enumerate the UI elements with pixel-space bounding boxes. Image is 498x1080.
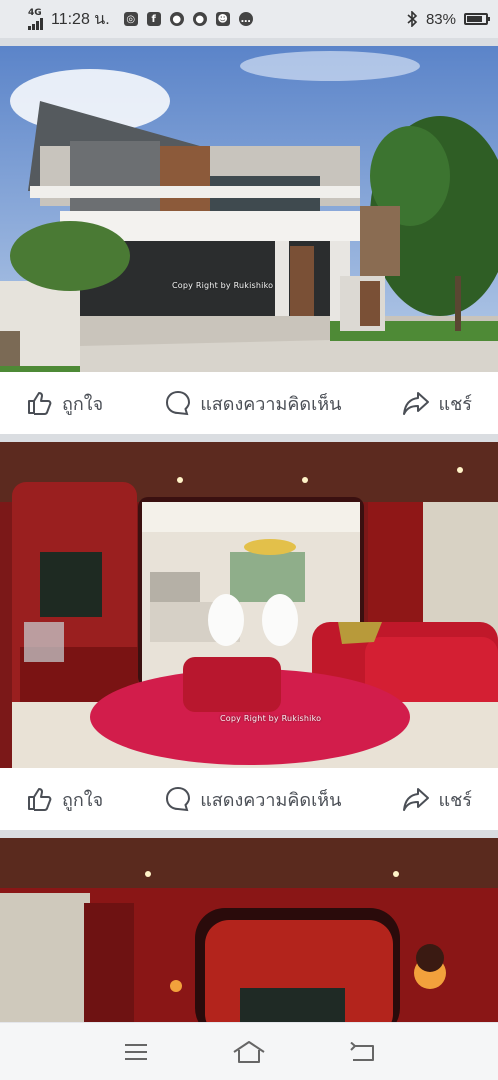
home-icon (233, 1040, 265, 1063)
separator (0, 434, 498, 442)
clock: 11:28 น. (51, 10, 110, 28)
system-nav-bar (0, 1022, 498, 1080)
network-type: 4G (28, 7, 42, 18)
red-room-photo[interactable] (0, 838, 498, 1038)
comment-button[interactable]: แสดงความคิดเห็น (164, 785, 341, 814)
comment-label: แสดงความคิดเห็น (200, 393, 342, 415)
comment-icon (166, 390, 191, 416)
share-label: แชร์ (438, 789, 472, 811)
back-icon (349, 1041, 374, 1061)
separator (0, 38, 498, 46)
battery-icon (464, 13, 490, 25)
bluetooth-icon (407, 11, 418, 27)
screen: 4G 11:28 น. ◎ f ● ● ☻ … 83% Copy Right b… (0, 0, 498, 1080)
separator (0, 830, 498, 838)
share-icon (403, 392, 430, 415)
comment-icon (166, 786, 191, 812)
watermark: Copy Right by Rukishiko (172, 281, 274, 290)
line-icon: ● (169, 12, 184, 26)
comment-label: แสดงความคิดเห็น (200, 789, 342, 811)
status-bar: 4G 11:28 น. ◎ f ● ● ☻ … 83% (0, 0, 498, 38)
facebook-icon: f (146, 12, 161, 26)
status-right: 83% (406, 10, 490, 28)
signal-icon (28, 17, 43, 30)
people-icon: ☻ (215, 12, 230, 26)
network-indicator: 4G (28, 7, 43, 30)
like-label: ถูกใจ (62, 789, 104, 811)
like-label: ถูกใจ (62, 393, 104, 415)
post-actions: ถูกใจ แสดงความคิดเห็น แชร์ (0, 768, 498, 830)
house-exterior-photo[interactable]: Copy Right by Rukishiko (0, 46, 498, 372)
comment-button[interactable]: แสดงความคิดเห็น (164, 389, 341, 418)
post: Copy Right by Rukishiko ถูกใจ แสดงความคิ… (0, 442, 498, 830)
share-button[interactable]: แชร์ (402, 389, 472, 418)
feed: Copy Right by Rukishiko ถูกใจ แสดงความคิ… (0, 38, 498, 1038)
battery-fill (467, 16, 482, 22)
status-left: 4G 11:28 น. ◎ f ● ● ☻ … (28, 7, 256, 32)
menu-icon (125, 1043, 148, 1060)
home-button[interactable] (229, 1032, 269, 1072)
red-living-room-photo[interactable]: Copy Right by Rukishiko (0, 442, 498, 768)
post (0, 838, 498, 1038)
back-button[interactable] (342, 1032, 382, 1072)
post-actions: ถูกใจ แสดงความคิดเห็น แชร์ (0, 372, 498, 434)
battery-percent: 83% (425, 10, 456, 28)
message-icon: … (238, 12, 253, 26)
share-button[interactable]: แชร์ (402, 785, 472, 814)
red-room-image (0, 838, 498, 1038)
share-icon (403, 788, 430, 811)
line-icon: ● (192, 12, 207, 26)
thumbs-up-icon (28, 392, 52, 415)
share-label: แชร์ (438, 393, 472, 415)
menu-button[interactable] (116, 1032, 156, 1072)
like-button[interactable]: ถูกใจ (26, 785, 103, 814)
post: Copy Right by Rukishiko ถูกใจ แสดงความคิ… (0, 46, 498, 434)
like-button[interactable]: ถูกใจ (26, 389, 103, 418)
instagram-icon: ◎ (123, 12, 138, 26)
watermark: Copy Right by Rukishiko (220, 714, 322, 723)
house-exterior-image (0, 46, 498, 372)
thumbs-up-icon (28, 788, 52, 811)
